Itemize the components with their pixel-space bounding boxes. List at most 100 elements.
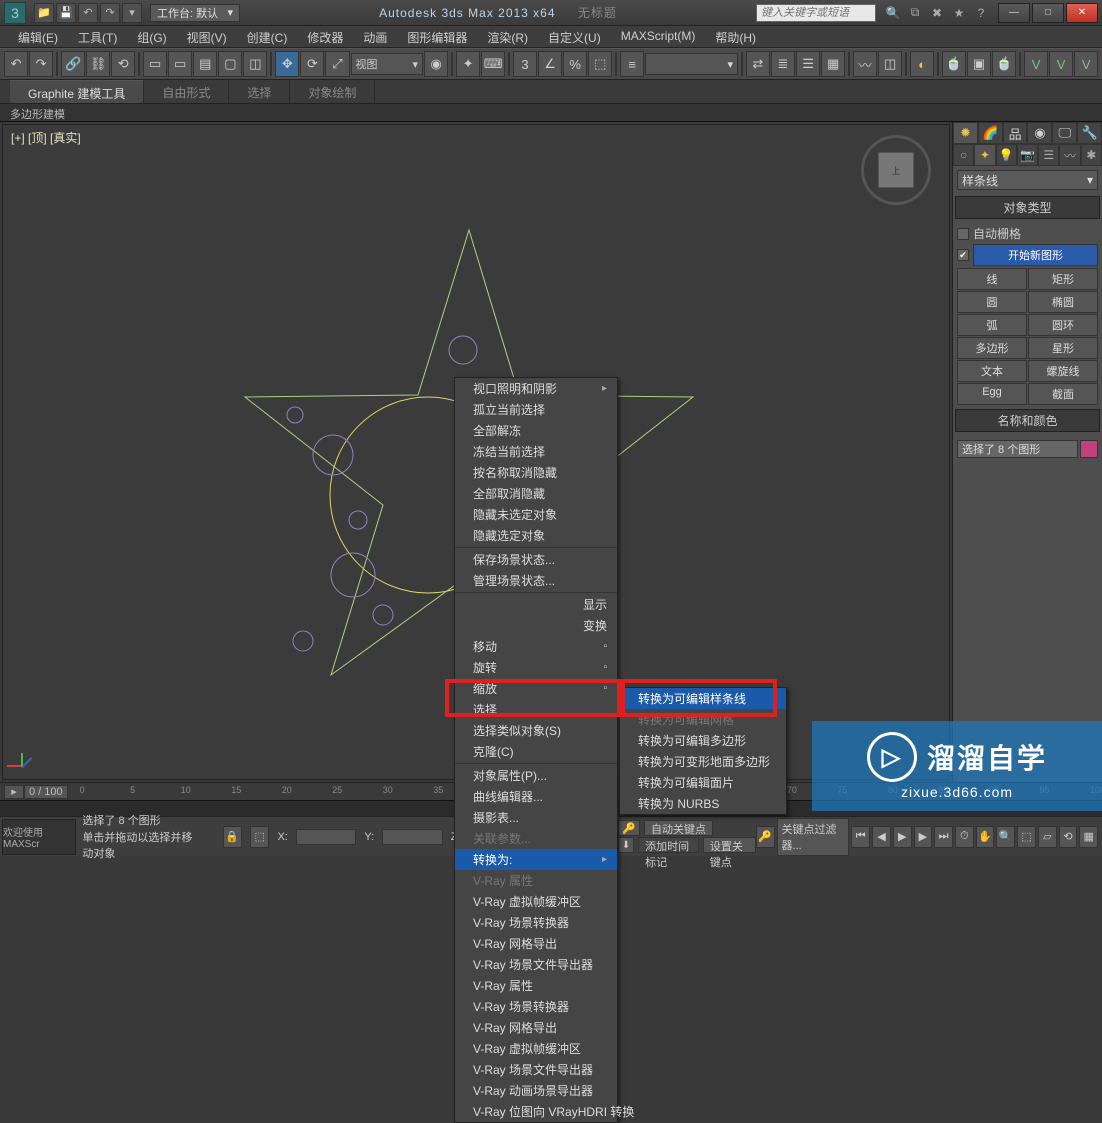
pivot-icon[interactable]: ◉ xyxy=(424,51,448,77)
context-submenu-item[interactable]: 转换为可编辑多边形 xyxy=(620,730,786,751)
qat-save-icon[interactable]: 💾 xyxy=(56,3,76,23)
goto-start-icon[interactable]: ⏮ xyxy=(851,826,870,848)
qat-project-icon[interactable]: ▾ xyxy=(122,3,142,23)
shape-category-dropdown[interactable]: 样条线▾ xyxy=(957,170,1098,190)
menu-item[interactable]: 修改器 xyxy=(297,26,353,47)
context-menu-item[interactable]: 管理场景状态... xyxy=(455,570,617,591)
viewcube[interactable]: 上 xyxy=(861,135,931,205)
close-button[interactable]: ✕ xyxy=(1066,3,1098,23)
named-sel-icon[interactable]: ≡ xyxy=(620,51,644,77)
time-config-icon[interactable]: ⏱ xyxy=(955,826,974,848)
shape-type-button[interactable]: 文本 xyxy=(957,360,1027,382)
play-icon[interactable]: ▶ xyxy=(893,826,912,848)
menu-item[interactable]: 视图(V) xyxy=(177,26,237,47)
key-filters-button[interactable]: 关键点过滤器... xyxy=(777,818,850,856)
shape-type-button[interactable]: 星形 xyxy=(1028,337,1098,359)
geometry-cat-icon[interactable]: ○ xyxy=(953,144,974,166)
utilities-tab-icon[interactable]: 🔧 xyxy=(1077,122,1102,144)
name-color-rollout[interactable]: 名称和颜色 xyxy=(955,409,1100,432)
exchange-icon[interactable]: ✖ xyxy=(928,4,946,22)
object-name-input[interactable]: 选择了 8 个图形 xyxy=(957,440,1078,458)
context-menu-item[interactable]: 显示 xyxy=(455,594,617,615)
menu-item[interactable]: 渲染(R) xyxy=(477,26,538,47)
systems-cat-icon[interactable]: ✱ xyxy=(1081,144,1102,166)
menu-item[interactable]: 自定义(U) xyxy=(538,26,611,47)
viewcube-face[interactable]: 上 xyxy=(878,152,914,188)
link-icon[interactable]: 🔗 xyxy=(61,51,85,77)
context-menu-item[interactable]: 选择 xyxy=(455,699,617,720)
menu-item[interactable]: MAXScript(M) xyxy=(611,26,706,47)
modify-tab-icon[interactable]: 🌈 xyxy=(978,122,1003,144)
spinner-snap-icon[interactable]: ⬚ xyxy=(588,51,612,77)
selection-set-dropdown[interactable]: ▾ xyxy=(645,53,738,75)
menu-item[interactable]: 图形编辑器 xyxy=(397,26,477,47)
ref-coord-dropdown[interactable]: 视图▾ xyxy=(351,53,424,75)
help-icon[interactable]: ? xyxy=(972,4,990,22)
context-menu-item[interactable]: V-Ray 属性 xyxy=(455,975,617,996)
start-new-shape-button[interactable]: 开始新图形 xyxy=(973,244,1098,266)
qat-open-icon[interactable]: 📁 xyxy=(34,3,54,23)
snap-toggle-icon[interactable]: 3 xyxy=(513,51,537,77)
autokey-button[interactable]: 自动关键点 xyxy=(644,820,713,836)
undo-icon[interactable]: ↶ xyxy=(4,51,28,77)
material-editor-icon[interactable]: ◐ xyxy=(910,51,934,77)
helpers-cat-icon[interactable]: ☰ xyxy=(1038,144,1059,166)
context-menu-item[interactable]: 视口照明和阴影 xyxy=(455,378,617,399)
pan-view-icon[interactable]: ✋ xyxy=(976,826,995,848)
menu-item[interactable]: 帮助(H) xyxy=(705,26,766,47)
ribbon-toggle-icon[interactable]: ▦ xyxy=(821,51,845,77)
shape-type-button[interactable]: Egg xyxy=(957,383,1027,405)
motion-tab-icon[interactable]: ◉ xyxy=(1027,122,1052,144)
lights-cat-icon[interactable]: 💡 xyxy=(996,144,1017,166)
context-menu-item[interactable]: V-Ray 虚拟帧缓冲区 xyxy=(455,1038,617,1059)
move-icon[interactable]: ✥ xyxy=(275,51,299,77)
manipulate-icon[interactable]: ✦ xyxy=(456,51,480,77)
context-menu-item[interactable]: 全部解冻 xyxy=(455,420,617,441)
next-frame-icon[interactable]: ▶ xyxy=(914,826,933,848)
ribbon-tab[interactable]: 对象绘制 xyxy=(290,80,375,103)
ribbon-tab[interactable]: Graphite 建模工具 xyxy=(10,80,144,103)
context-submenu-item[interactable]: 转换为可编辑网格 xyxy=(620,709,786,730)
context-menu-item[interactable]: 移动▫ xyxy=(455,636,617,657)
rotate-icon[interactable]: ⟳ xyxy=(300,51,324,77)
schematic-icon[interactable]: ◫ xyxy=(878,51,902,77)
autogrid-checkbox[interactable] xyxy=(957,228,969,240)
display-tab-icon[interactable]: 🖵 xyxy=(1052,122,1077,144)
time-config-icon[interactable]: ▸ xyxy=(4,785,24,799)
minimize-button[interactable]: — xyxy=(998,3,1030,23)
time-tag-icon[interactable]: ⬇ xyxy=(618,837,634,853)
render-icon[interactable]: 🍵 xyxy=(992,51,1016,77)
context-menu-item[interactable]: 保存场景状态... xyxy=(455,549,617,570)
fov-icon[interactable]: ▱ xyxy=(1038,826,1057,848)
context-submenu-item[interactable]: 转换为可编辑面片 xyxy=(620,772,786,793)
context-menu-item[interactable]: 选择类似对象(S) xyxy=(455,720,617,741)
transform-type-icon[interactable]: ⬚ xyxy=(250,826,269,848)
context-menu-item[interactable]: V-Ray 场景转换器 xyxy=(455,912,617,933)
lock-selection-icon[interactable]: 🔒 xyxy=(223,826,242,848)
prev-frame-icon[interactable]: ◀ xyxy=(872,826,891,848)
object-type-rollout[interactable]: 对象类型 xyxy=(955,196,1100,219)
menu-item[interactable]: 创建(C) xyxy=(237,26,298,47)
maximize-viewport-icon[interactable]: ▦ xyxy=(1079,826,1098,848)
context-menu-item[interactable]: 关联参数... xyxy=(455,828,617,849)
maximize-button[interactable]: □ xyxy=(1032,3,1064,23)
context-menu-item[interactable]: V-Ray 虚拟帧缓冲区 xyxy=(455,891,617,912)
context-menu-item[interactable]: 旋转▫ xyxy=(455,657,617,678)
context-menu-item[interactable]: V-Ray 场景文件导出器 xyxy=(455,954,617,975)
x-coord-input[interactable] xyxy=(296,829,357,845)
percent-snap-icon[interactable]: % xyxy=(563,51,587,77)
menu-item[interactable]: 编辑(E) xyxy=(8,26,68,47)
select-filter-icon[interactable]: ▭ xyxy=(143,51,167,77)
subscription-icon[interactable]: ⧉ xyxy=(906,4,924,22)
context-menu-item[interactable]: 克隆(C) xyxy=(455,741,617,762)
context-menu-item[interactable]: 按名称取消隐藏 xyxy=(455,462,617,483)
app-icon[interactable]: 3 xyxy=(4,2,26,24)
context-menu-item[interactable]: 全部取消隐藏 xyxy=(455,483,617,504)
start-new-checkbox[interactable]: ✔ xyxy=(957,249,969,261)
context-menu-item[interactable]: 缩放▫ xyxy=(455,678,617,699)
menu-item[interactable]: 动画 xyxy=(353,26,397,47)
zoom-extents-icon[interactable]: ⬚ xyxy=(1017,826,1036,848)
shape-type-button[interactable]: 线 xyxy=(957,268,1027,290)
context-submenu-item[interactable]: 转换为可变形地面多边形 xyxy=(620,751,786,772)
menu-item[interactable]: 组(G) xyxy=(127,26,176,47)
